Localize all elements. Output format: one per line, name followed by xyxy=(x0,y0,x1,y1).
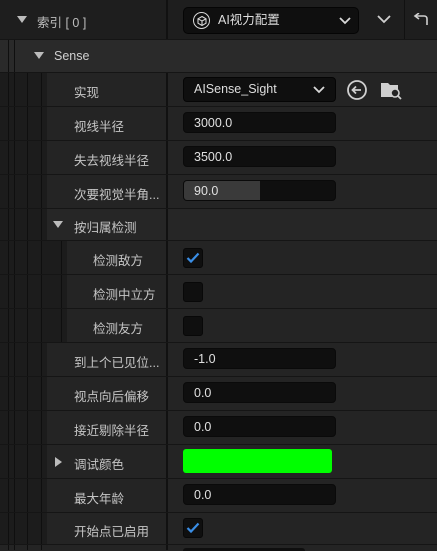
array-index-header: 索引 [ 0 ] AI视力配置 xyxy=(0,0,437,40)
pov-offset-label: 视点向后偏移 xyxy=(74,390,150,404)
lose-sight-radius-input[interactable]: 3500.0 xyxy=(183,146,336,167)
sense-config-icon xyxy=(193,12,210,29)
property-row-max-age: 最大年龄 0.0 xyxy=(0,479,437,513)
debug-color-swatch[interactable] xyxy=(183,449,332,473)
detect-enemies-checkbox[interactable] xyxy=(183,248,203,268)
auto-success-range-label: 到上个已见位... xyxy=(74,356,160,370)
collapse-arrow-icon[interactable] xyxy=(17,16,27,23)
lose-sight-radius-label: 失去视线半径 xyxy=(74,154,150,168)
max-age-label: 最大年龄 xyxy=(74,492,125,506)
property-row-auto-success-range: 到上个已见位... -1.0 xyxy=(0,343,437,377)
peripheral-angle-slider[interactable]: 90.0 xyxy=(183,180,336,201)
detection-group-label: 按归属检测 xyxy=(74,221,137,235)
reset-arrow-icon[interactable] xyxy=(413,13,429,27)
section-title: Sense xyxy=(54,49,90,63)
sight-radius-label: 视线半径 xyxy=(74,120,125,134)
property-row-detect-neutrals: 检测中立方 xyxy=(0,275,437,309)
property-row-sight-radius: 视线半径 3000.0 xyxy=(0,107,437,141)
property-row-near-clipping-radius: 接近剔除半径 0.0 xyxy=(0,411,437,445)
detect-friendlies-checkbox[interactable] xyxy=(183,316,203,336)
detect-friendlies-label: 检测友方 xyxy=(93,322,144,336)
browse-folder-icon[interactable] xyxy=(379,79,403,101)
near-clipping-radius-input[interactable]: 0.0 xyxy=(183,416,336,437)
property-row-peripheral-angle: 次要视觉半角... 90.0 xyxy=(0,175,437,209)
group-collapse-icon[interactable] xyxy=(53,221,63,228)
expand-arrow-icon[interactable] xyxy=(55,457,62,467)
property-row-partial xyxy=(0,545,437,551)
starts-enabled-label: 开始点已启用 xyxy=(74,525,150,539)
checkmark-icon xyxy=(186,522,200,534)
checkmark-icon xyxy=(186,252,200,264)
section-collapse-icon[interactable] xyxy=(34,52,44,59)
property-row-lose-sight-radius: 失去视线半径 3500.0 xyxy=(0,141,437,175)
implementation-dropdown[interactable]: AISense_Sight xyxy=(183,77,336,102)
near-clipping-radius-label: 接近剔除半径 xyxy=(74,424,150,438)
property-row-detect-enemies: 检测敌方 xyxy=(0,241,437,275)
property-row-debug-color: 调试颜色 xyxy=(0,445,437,479)
peripheral-angle-value: 90.0 xyxy=(194,184,219,198)
detect-neutrals-label: 检测中立方 xyxy=(93,288,156,302)
sight-radius-input[interactable]: 3000.0 xyxy=(183,112,336,133)
array-index-label: 索引 [ 0 ] xyxy=(37,16,87,30)
detect-enemies-label: 检测敌方 xyxy=(93,254,144,268)
implementation-label: 实现 xyxy=(74,86,100,100)
auto-success-range-input[interactable]: -1.0 xyxy=(183,348,336,369)
pov-offset-input[interactable]: 0.0 xyxy=(183,382,336,403)
starts-enabled-checkbox[interactable] xyxy=(183,518,203,538)
array-options-chevron-icon[interactable] xyxy=(377,15,391,24)
chevron-down-icon xyxy=(313,86,325,94)
use-selected-asset-icon[interactable] xyxy=(346,79,368,101)
implementation-value: AISense_Sight xyxy=(194,82,277,96)
debug-color-label: 调试颜色 xyxy=(74,458,125,472)
property-row-pov-offset: 视点向后偏移 0.0 xyxy=(0,377,437,411)
sense-section-header[interactable]: Sense xyxy=(0,40,437,73)
sense-config-value: AI视力配置 xyxy=(218,13,280,27)
chevron-down-icon xyxy=(339,17,351,25)
peripheral-angle-label: 次要视觉半角... xyxy=(74,188,160,202)
sense-config-dropdown[interactable]: AI视力配置 xyxy=(183,7,359,34)
group-row-detection-by-affiliation[interactable]: 按归属检测 xyxy=(0,209,437,241)
property-row-implementation: 实现 AISense_Sight xyxy=(0,73,437,107)
property-row-detect-friendlies: 检测友方 xyxy=(0,309,437,343)
max-age-input[interactable]: 0.0 xyxy=(183,484,336,505)
detect-neutrals-checkbox[interactable] xyxy=(183,282,203,302)
property-row-starts-enabled: 开始点已启用 xyxy=(0,513,437,545)
